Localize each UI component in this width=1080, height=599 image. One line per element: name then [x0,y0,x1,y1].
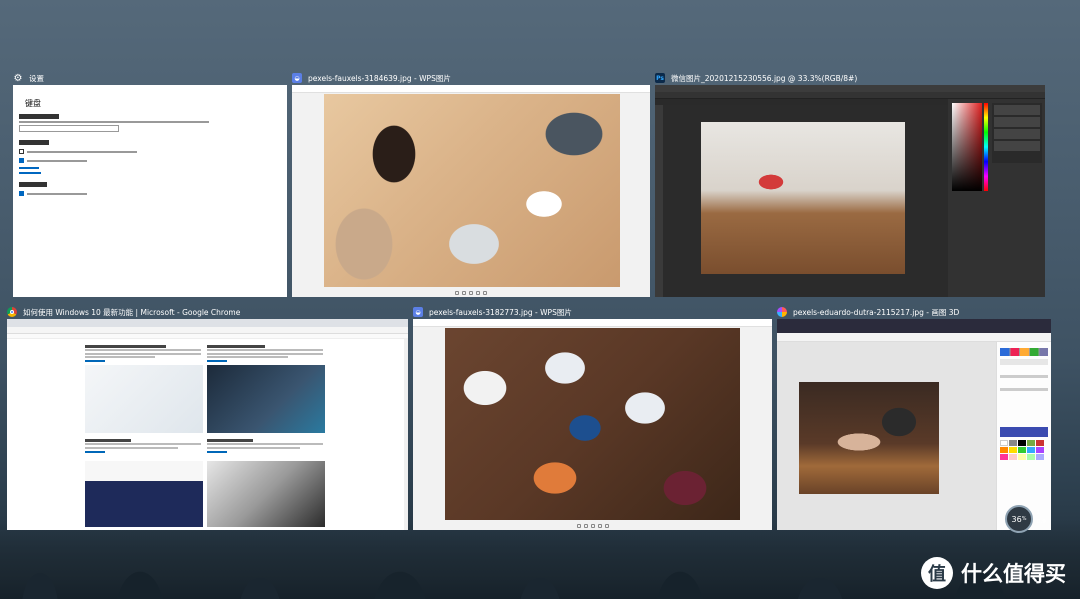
usage-line-2: 0.9 [1037,519,1046,525]
photoshop-right-panels[interactable] [948,99,1045,297]
wps-top-title-text: pexels-fauxels-3184639.jpg - WPS图片 [308,73,451,83]
article-block [207,343,323,362]
photoshop-icon: Ps [655,73,665,83]
settings-link[interactable] [19,167,39,169]
learn-panel[interactable] [992,103,1042,163]
settings-window-title[interactable]: ⚙ 设置 [13,71,287,85]
color-palette[interactable] [1000,440,1048,460]
chrome-window-thumbnail[interactable] [7,319,408,530]
smzdm-logo-icon: 值 [921,557,953,589]
settings-titlebar [19,89,281,95]
photoshop-menubar[interactable] [655,85,1045,92]
team-table-photo [445,328,740,520]
paint3d-window-thumbnail[interactable] [777,319,1051,530]
article-screenshot [207,461,325,527]
wps-bottom-controls[interactable] [413,521,772,530]
wps-bottom-title-text: pexels-fauxels-3182773.jpg - WPS图片 [429,307,572,317]
settings-title-text: 设置 [29,73,44,83]
wps-photo-icon: ◒ [292,73,302,83]
chrome-title-text: 如何使用 Windows 10 最新功能 | Microsoft - Googl… [23,307,241,317]
usage-line-1: 1 [1037,510,1041,516]
wps-bottom-window-title[interactable]: ◒ pexels-fauxels-3182773.jpg - WPS图片 [413,305,772,319]
interior-room-photo [701,122,905,274]
photoshop-window-thumbnail[interactable] [655,85,1045,297]
article-block [85,343,201,362]
settings-checkbox-row[interactable] [19,158,281,163]
settings-checkbox-row[interactable] [19,149,281,154]
paint3d-icon [777,307,787,317]
office-meeting-photo [324,94,620,287]
wps-toolbar [292,85,650,93]
brush-tools-row[interactable] [1000,348,1048,356]
article-screenshot [85,461,203,527]
settings-section-heading [19,140,49,145]
paint3d-ribbon[interactable] [777,319,1051,333]
usage-side-readout: 1 0.9 [1037,509,1046,527]
paint3d-title-text: pexels-eduardo-dutra-2115217.jpg - 画图 3D [793,307,960,317]
chrome-tab-strip[interactable] [7,319,408,327]
settings-checkbox-row[interactable] [19,191,281,196]
article-block [85,437,201,453]
chrome-window-title[interactable]: 如何使用 Windows 10 最新功能 | Microsoft - Googl… [7,305,408,319]
checkbox[interactable] [19,149,24,154]
settings-section-heading [19,182,47,187]
gear-icon: ⚙ [13,72,23,84]
thickness-slider[interactable] [1000,375,1048,378]
settings-section-heading [19,114,59,119]
settings-page-title: 键盘 [25,99,41,108]
article-screenshot [85,365,203,433]
hue-slider[interactable] [984,103,988,191]
desktop-treeline [0,519,1080,599]
settings-description [19,121,209,123]
wps-bottom-window-thumbnail[interactable] [413,319,772,530]
settings-input-dropdown[interactable] [19,125,119,132]
smzdm-watermark: 值 什么值得买 [921,557,1066,589]
laptop-typing-photo [799,382,939,494]
chrome-icon [7,307,17,317]
color-picker-field[interactable] [952,103,982,191]
photoshop-window-title[interactable]: Ps 微信图片_20201215230556.jpg @ 33.3%(RGB/8… [655,71,1045,85]
paint3d-canvas-area[interactable] [777,342,996,530]
article-block [207,437,323,453]
paint3d-window-title[interactable]: pexels-eduardo-dutra-2115217.jpg - 画图 3D [777,305,1051,319]
settings-link[interactable] [19,172,41,174]
wps-top-window-thumbnail[interactable] [292,85,650,297]
chrome-bookmarks-bar[interactable] [7,334,408,339]
usage-indicator: 36% [1005,505,1033,533]
checkbox-checked[interactable] [19,191,24,196]
paint3d-toolbar[interactable] [777,333,1051,342]
photoshop-title-text: 微信图片_20201215230556.jpg @ 33.3%(RGB/8#) [671,73,858,83]
usage-value: 36 [1011,514,1022,524]
brush-tools-row[interactable] [1000,359,1048,365]
color-swatch[interactable] [1000,427,1048,437]
photoshop-options-bar[interactable] [655,92,1045,99]
wps-bottom-controls[interactable] [292,288,650,297]
wps-photo-icon: ◒ [413,307,423,317]
photoshop-toolbar[interactable] [655,105,663,297]
wps-toolbar [413,319,772,327]
chrome-scrollbar[interactable] [404,339,408,530]
opacity-slider[interactable] [1000,388,1048,391]
wps-top-window-title[interactable]: ◒ pexels-fauxels-3184639.jpg - WPS图片 [292,71,650,85]
watermark-text: 什么值得买 [961,562,1066,586]
chrome-address-bar[interactable] [7,327,408,334]
settings-window-thumbnail[interactable]: 键盘 [13,85,287,297]
article-screenshot [207,365,325,433]
usage-unit: % [1021,516,1027,522]
paint3d-side-panel[interactable] [996,342,1051,530]
checkbox-checked[interactable] [19,158,24,163]
